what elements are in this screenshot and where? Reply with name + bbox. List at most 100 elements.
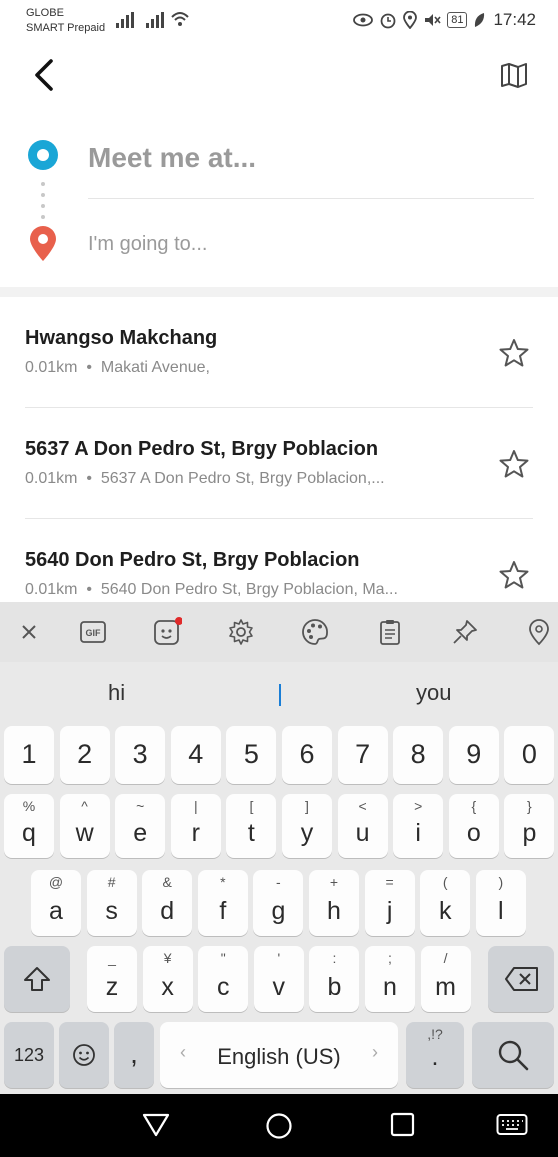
clipboard-icon[interactable] (375, 617, 405, 647)
key-o[interactable]: {o (448, 794, 499, 858)
location-icon[interactable] (524, 617, 554, 647)
list-item[interactable]: 5640 Don Pedro St, Brgy Poblacion 0.01km… (0, 519, 558, 602)
key-alt-label: { (471, 798, 477, 814)
key-4[interactable]: 4 (170, 726, 221, 784)
space-key[interactable]: ‹ › English (US) (160, 1022, 398, 1088)
key-b[interactable]: :b (309, 946, 360, 1012)
settings-icon[interactable] (226, 617, 256, 647)
map-icon[interactable] (500, 62, 528, 88)
key-7[interactable]: 7 (337, 726, 388, 784)
favorite-star-icon[interactable] (498, 337, 530, 369)
key-r[interactable]: | r (170, 794, 221, 858)
symbols-key[interactable]: 123 (4, 1022, 54, 1088)
key-alt-label: ~ (136, 798, 145, 814)
key-z[interactable]: _ z (87, 946, 137, 1012)
key-e[interactable]: ~ e (115, 794, 166, 858)
pickup-input[interactable]: Meet me at... (88, 134, 534, 182)
key-d[interactable]: & d (142, 870, 193, 936)
key-label: 2 (77, 739, 93, 769)
key-label: e (133, 819, 148, 847)
key-2[interactable]: 2 (59, 726, 110, 784)
list-item[interactable]: Hwangso Makchang 0.01km • Makati Avenue, (0, 297, 558, 408)
suggestion-2[interactable]: you (416, 680, 451, 706)
nav-recents-icon[interactable] (390, 1112, 416, 1138)
key-u[interactable]: < u (337, 794, 388, 858)
result-subtitle: 0.01km • Makati Avenue, (25, 359, 210, 376)
suggestion-bar: hi you (0, 662, 558, 726)
nav-keyboard-icon[interactable] (496, 1112, 528, 1138)
key-6[interactable]: 6 (282, 726, 332, 784)
favorite-star-icon[interactable] (498, 448, 530, 480)
key-label: r (191, 819, 200, 847)
key-label: y (300, 819, 314, 847)
key-0[interactable]: 0 (504, 726, 555, 784)
result-subtitle: 0.01km • 5640 Don Pedro St, Brgy Poblaci… (25, 581, 398, 598)
backspace-key[interactable] (488, 946, 554, 1012)
list-item[interactable]: 5637 A Don Pedro St, Brgy Poblacion 0.01… (0, 408, 558, 519)
key-t[interactable]: [t (226, 794, 277, 858)
pin-icon[interactable] (450, 617, 480, 647)
key-label: 9 (466, 739, 482, 769)
key-f[interactable]: * f (197, 870, 248, 936)
dropoff-input[interactable]: I'm going to... (88, 226, 534, 262)
comma-key[interactable]: , (114, 1022, 154, 1088)
key-g[interactable]: -g (253, 870, 304, 936)
key-alt-label: ¥ (163, 950, 172, 966)
key-label: s (105, 897, 118, 925)
key-k[interactable]: (k (420, 870, 471, 936)
carrier-line2: SMART Prepaid (26, 22, 106, 34)
key-j[interactable]: = j (364, 870, 415, 936)
status-bar: GLOBE SMART Prepaid 81 17:42 (0, 0, 558, 44)
period-key[interactable]: ,!?. (406, 1022, 464, 1088)
key-v[interactable]: ' v (253, 946, 304, 1012)
input-divider (88, 198, 534, 199)
close-icon[interactable] (14, 617, 44, 647)
key-q[interactable]: % q (4, 794, 54, 858)
result-distance: 0.01km (25, 581, 78, 598)
sticker-icon[interactable] (152, 617, 182, 647)
search-key[interactable] (472, 1022, 554, 1088)
key-alt-label: ; (388, 950, 392, 966)
key-l[interactable]: ) l (475, 870, 526, 936)
key-alt-label: # (107, 874, 116, 890)
key-5[interactable]: 5 (226, 726, 277, 784)
key-label: n (383, 973, 397, 1001)
suggestion-1[interactable]: hi (108, 680, 125, 706)
signal-icon-2 (146, 12, 164, 28)
nav-back-icon[interactable] (142, 1112, 170, 1138)
key-x[interactable]: ¥ x (142, 946, 193, 1012)
key-a[interactable]: @ a (31, 870, 81, 936)
nav-home-icon[interactable] (265, 1112, 293, 1140)
key-8[interactable]: 8 (393, 726, 444, 784)
key-alt-label: _ (108, 950, 116, 966)
theme-icon[interactable] (300, 617, 330, 647)
key-c[interactable]: " c (198, 946, 249, 1012)
key-3[interactable]: 3 (115, 726, 166, 784)
shift-key[interactable] (4, 946, 70, 1012)
carrier-line1: GLOBE (26, 7, 64, 19)
key-n[interactable]: ; n (365, 946, 415, 1012)
key-alt-label: & (162, 874, 172, 890)
emoji-key[interactable] (59, 1022, 109, 1088)
key-s[interactable]: # s (86, 870, 137, 936)
key-y[interactable]: ] y (282, 794, 332, 858)
back-arrow-icon[interactable] (30, 56, 60, 94)
key-9[interactable]: 9 (448, 726, 499, 784)
key-1[interactable]: 1 (4, 726, 54, 784)
key-alt-label: ( (442, 874, 448, 890)
key-w[interactable]: ^ w (59, 794, 110, 858)
key-i[interactable]: > i (393, 794, 444, 858)
eye-icon (353, 13, 374, 27)
favorite-star-icon[interactable] (498, 559, 530, 591)
key-m[interactable]: / m (420, 946, 471, 1012)
result-subtitle: 0.01km • 5637 A Don Pedro St, Brgy Pobla… (25, 470, 385, 487)
key-alt-label: % (22, 798, 36, 814)
key-h[interactable]: + h (309, 870, 359, 936)
search-results: Hwangso Makchang 0.01km • Makati Avenue,… (0, 297, 558, 602)
key-label: 123 (13, 1045, 45, 1065)
key-label: p (522, 819, 537, 847)
gif-icon[interactable]: GIF (78, 617, 108, 647)
result-title: Hwangso Makchang (25, 327, 218, 349)
key-p[interactable]: } p (504, 794, 555, 858)
route-dots (41, 182, 45, 226)
